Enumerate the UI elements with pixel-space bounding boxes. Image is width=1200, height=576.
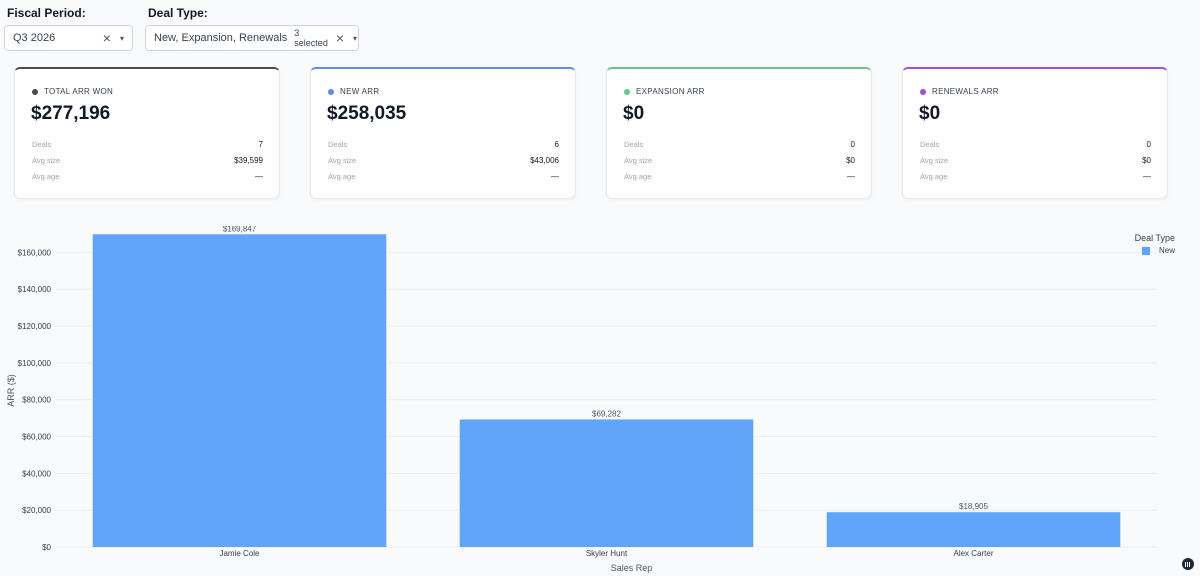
kpi-card-new-arr: NEW ARR $258,035 Deals 6 Avg size $43,006 … <box>310 67 576 199</box>
status-dot-icon <box>328 88 334 95</box>
card-title: NEW ARR <box>328 87 379 96</box>
stat-avg-size: Avg size $0 <box>920 156 1151 165</box>
clear-icon[interactable]: × <box>103 31 111 45</box>
kpi-card-renewals-arr: RENEWALS ARR $0 Deals 0 Avg size $0 Avg ag… <box>902 67 1168 199</box>
stat-avg-size: Avg size $43,006 <box>328 156 559 165</box>
stat-avg-age: Avg age — <box>624 172 855 181</box>
y-tick-label: $160,000 <box>18 248 52 257</box>
card-value: $0 <box>919 103 941 124</box>
stat-avg-size: Avg size $0 <box>624 156 855 165</box>
legend-item-new[interactable]: New <box>1135 246 1175 255</box>
data-label: $69,282 <box>592 409 621 418</box>
x-tick-label: Alex Carter <box>953 549 993 558</box>
stat-avg-size: Avg size $39,599 <box>32 156 263 165</box>
x-tick-label: Skyler Hunt <box>586 549 628 558</box>
arr-by-rep-bar-chart: $0 $20,000 $40,000 $60,000 $80,000 $100,000 $1… <box>6 226 1157 573</box>
deal-type-value: New, Expansion, Renewals <box>154 32 288 44</box>
fiscal-period-label: Fiscal Period: <box>7 6 86 20</box>
y-axis-title: ARR ($) <box>6 374 16 407</box>
y-tick-label: $0 <box>42 543 51 552</box>
stat-deals: Deals 0 <box>920 140 1151 149</box>
clear-icon[interactable]: × <box>336 31 344 45</box>
card-value: $0 <box>623 103 645 124</box>
chevron-down-icon[interactable]: ▾ <box>353 34 357 43</box>
deal-type-select[interactable]: New, Expansion, Renewals 3 selected × ▾ <box>145 25 359 51</box>
data-label: $169,847 <box>223 226 257 233</box>
x-axis-title: Sales Rep <box>611 563 653 573</box>
data-label: $18,905 <box>959 502 988 511</box>
card-title: TOTAL ARR WON <box>32 87 113 96</box>
y-tick-label: $40,000 <box>22 469 51 478</box>
deal-type-label: Deal Type: <box>148 6 208 20</box>
y-tick-label: $140,000 <box>18 285 52 294</box>
legend-title: Deal Type <box>1134 233 1175 243</box>
status-dot-icon <box>32 88 38 95</box>
y-tick-label: $20,000 <box>22 506 51 515</box>
card-title: EXPANSION ARR <box>624 87 705 96</box>
stat-deals: Deals 0 <box>624 140 855 149</box>
fiscal-period-filter: Fiscal Period: Q3 2026 × ▾ <box>4 6 133 51</box>
chevron-down-icon[interactable]: ▾ <box>120 34 124 43</box>
card-value: $277,196 <box>31 103 111 124</box>
legend-swatch <box>1141 246 1150 255</box>
chart-legend: Deal Type New <box>1135 233 1175 255</box>
y-tick-label: $100,000 <box>18 359 52 368</box>
bar-skyler-hunt[interactable] <box>459 419 754 547</box>
y-tick-label: $60,000 <box>22 433 51 442</box>
kpi-card-total-arr: TOTAL ARR WON $277,196 Deals 7 Avg size $3… <box>14 67 280 199</box>
filter-bar: Fiscal Period: Q3 2026 × ▾ Deal Type: Ne… <box>4 6 359 51</box>
selected-count-badge: 3 selected <box>294 28 328 48</box>
legend-label: New <box>1158 246 1175 255</box>
status-dot-icon <box>624 88 630 95</box>
fiscal-period-select[interactable]: Q3 2026 × ▾ <box>4 25 133 51</box>
kpi-card-expansion-arr: EXPANSION ARR $0 Deals 0 Avg size $0 Avg a… <box>606 67 872 199</box>
deal-type-filter: Deal Type: New, Expansion, Renewals 3 se… <box>145 6 359 51</box>
stat-avg-age: Avg age — <box>32 172 263 181</box>
stat-avg-age: Avg age — <box>920 172 1151 181</box>
chart-insights-icon[interactable] <box>1182 558 1194 570</box>
stat-deals: Deals 6 <box>328 140 559 149</box>
y-tick-label: $120,000 <box>18 322 52 331</box>
y-tick-label: $80,000 <box>22 396 51 405</box>
bar-jamie-cole[interactable] <box>92 234 387 547</box>
card-value: $258,035 <box>327 103 407 124</box>
stat-avg-age: Avg age — <box>328 172 559 181</box>
x-tick-label: Jamie Cole <box>219 549 260 558</box>
bar-alex-carter[interactable] <box>826 512 1121 547</box>
fiscal-period-value: Q3 2026 <box>13 32 56 44</box>
card-title: RENEWALS ARR <box>920 87 999 96</box>
status-dot-icon <box>920 88 926 95</box>
stat-deals: Deals 7 <box>32 140 263 149</box>
